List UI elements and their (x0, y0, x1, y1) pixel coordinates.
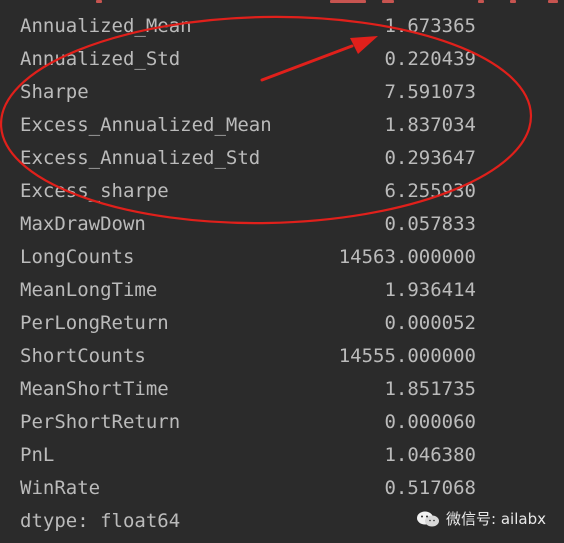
series-row: MeanLongTime 1.936414 (20, 274, 480, 307)
metric-label: Sharpe (20, 81, 89, 103)
metric-label: MaxDrawDown (20, 213, 146, 235)
clipped-previous-line (0, 0, 564, 6)
metric-value: 0.000060 (384, 411, 476, 433)
metric-value: 0.293647 (384, 147, 476, 169)
metric-value: 0.517068 (384, 477, 476, 499)
metric-label: PerShortReturn (20, 411, 181, 433)
metric-value: 1.851735 (384, 378, 476, 400)
metric-value: 6.255930 (384, 180, 476, 202)
metric-value: 0.057833 (384, 213, 476, 235)
series-row: Excess_sharpe 6.255930 (20, 175, 480, 208)
series-row: PnL 1.046380 (20, 439, 480, 472)
metric-label: MeanShortTime (20, 378, 169, 400)
series-output: Annualized_Mean 1.673365 Annualized_Std … (20, 10, 480, 538)
metric-value: 1.936414 (384, 279, 476, 301)
metric-label: ShortCounts (20, 345, 146, 367)
metric-value: 0.000052 (384, 312, 476, 334)
metric-label: WinRate (20, 477, 101, 499)
metric-label: Excess_Annualized_Std (20, 147, 261, 169)
console-output-panel: Annualized_Mean 1.673365 Annualized_Std … (0, 0, 564, 543)
series-row: Annualized_Mean 1.673365 (20, 10, 480, 43)
metric-value: 0.220439 (384, 48, 476, 70)
metric-value: 1.673365 (384, 15, 476, 37)
series-row: Sharpe 7.591073 (20, 76, 480, 109)
series-row: PerShortReturn 0.000060 (20, 406, 480, 439)
series-row: Annualized_Std 0.220439 (20, 43, 480, 76)
series-row: MaxDrawDown 0.057833 (20, 208, 480, 241)
metric-value: 14563.000000 (338, 246, 476, 268)
dtype-line: dtype: float64 (20, 510, 181, 532)
metric-label: Annualized_Mean (20, 15, 192, 37)
series-row: Excess_Annualized_Mean 1.837034 (20, 109, 480, 142)
metric-label: Excess_Annualized_Mean (20, 114, 272, 136)
metric-label: Annualized_Std (20, 48, 181, 70)
metric-value: 1.837034 (384, 114, 476, 136)
metric-label: LongCounts (20, 246, 135, 268)
metric-label: PerLongReturn (20, 312, 169, 334)
watermark: 微信号: ailabx (416, 508, 546, 529)
metric-value: 7.591073 (384, 81, 476, 103)
series-row: LongCounts 14563.000000 (20, 241, 480, 274)
wechat-icon (417, 511, 440, 526)
metric-label: Excess_sharpe (20, 180, 169, 202)
series-row: ShortCounts 14555.000000 (20, 340, 480, 373)
watermark-text: 微信号: ailabx (446, 510, 546, 528)
metric-label: MeanLongTime (20, 279, 158, 301)
metric-value: 1.046380 (384, 444, 476, 466)
metric-value: 14555.000000 (338, 345, 476, 367)
series-row: WinRate 0.517068 (20, 472, 480, 505)
series-row: PerLongReturn 0.000052 (20, 307, 480, 340)
metric-label: PnL (20, 444, 55, 466)
series-row: MeanShortTime 1.851735 (20, 373, 480, 406)
series-row: Excess_Annualized_Std 0.293647 (20, 142, 480, 175)
